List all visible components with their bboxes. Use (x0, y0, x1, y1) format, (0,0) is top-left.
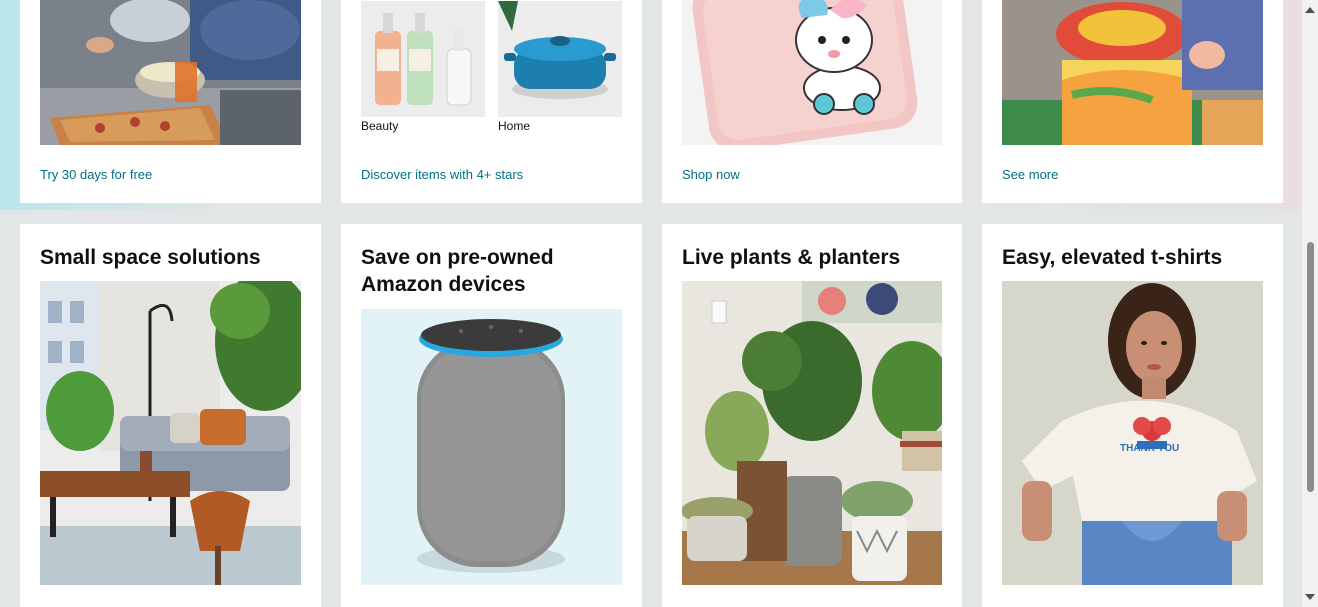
beauty-label[interactable]: Beauty (361, 119, 398, 133)
card-kids-toys: See more (982, 0, 1283, 203)
home-label[interactable]: Home (498, 119, 530, 133)
dutch-oven-illustration (498, 1, 622, 117)
living-room-illustration (40, 281, 301, 585)
page-scrollbar[interactable] (1302, 0, 1318, 607)
home-image[interactable] (498, 1, 622, 117)
card-small-space: Small space solutions (20, 224, 321, 607)
see-more-link[interactable]: See more (1002, 167, 1058, 182)
echo-device-image[interactable] (361, 309, 622, 585)
echo-speaker-illustration (361, 309, 622, 585)
discover-stars-link[interactable]: Discover items with 4+ stars (361, 167, 523, 182)
scroll-thumb[interactable] (1307, 242, 1314, 492)
card-pre-owned-devices: Save on pre-owned Amazon devices (341, 224, 642, 607)
movie-night-illustration (40, 0, 301, 145)
card-title[interactable]: Save on pre-owned Amazon devices (361, 244, 623, 298)
card-title[interactable]: Small space solutions (40, 244, 302, 271)
shop-now-link[interactable]: Shop now (682, 167, 740, 182)
plants-illustration (682, 281, 942, 585)
card-title[interactable]: Easy, elevated t-shirts (1002, 244, 1264, 271)
card-phone-cases: Shop now (662, 0, 962, 203)
shirt-print-text: THANK YOU (1120, 443, 1180, 454)
tshirt-model-image[interactable]: THANK YOU (1002, 281, 1263, 585)
beauty-image[interactable] (361, 1, 485, 117)
card-tshirts: Easy, elevated t-shirts THANK YOU (982, 224, 1283, 607)
spinning-toy-image[interactable] (1002, 0, 1263, 145)
kid-toy-illustration (1002, 0, 1263, 145)
beauty-bottles-illustration (361, 1, 485, 117)
card-top-rated: Beauty Home Discover items with 4+ stars (341, 0, 642, 203)
scroll-down-arrow-icon[interactable] (1305, 594, 1315, 600)
try-free-link[interactable]: Try 30 days for free (40, 167, 152, 182)
card-prime-video: Try 30 days for free (20, 0, 321, 203)
card-title[interactable]: Live plants & planters (682, 244, 944, 271)
living-room-image[interactable] (40, 281, 301, 585)
movie-night-image[interactable] (40, 0, 301, 145)
plants-image[interactable] (682, 281, 942, 585)
card-live-plants: Live plants & planters (662, 224, 962, 607)
tshirt-model-illustration (1002, 281, 1263, 585)
scroll-up-arrow-icon[interactable] (1305, 7, 1315, 13)
phone-case-image[interactable] (682, 0, 942, 145)
unicorn-phone-case-illustration (682, 0, 942, 145)
